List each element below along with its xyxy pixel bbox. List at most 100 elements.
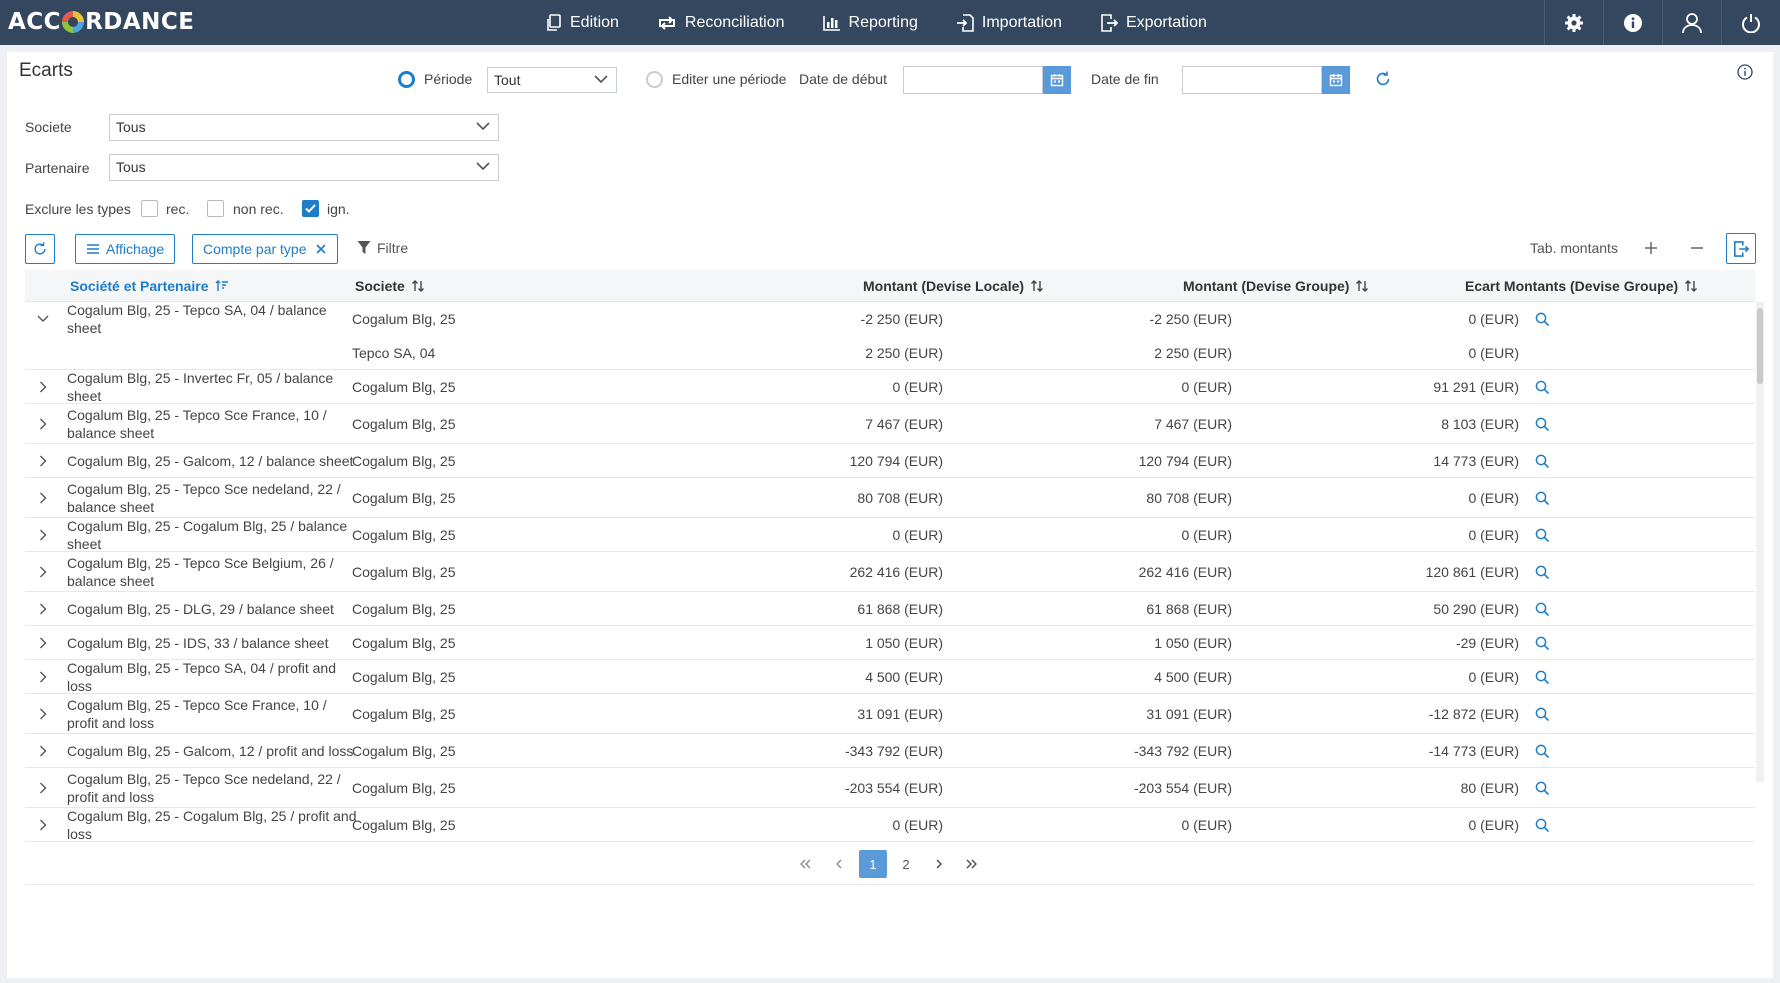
type-rec-checkbox[interactable] [141,200,158,217]
editer-periode-radio[interactable] [646,71,663,88]
table-row[interactable]: Cogalum Blg, 25 - Tepco SA, 04 / balance… [25,302,1755,336]
search-icon [1535,670,1549,684]
date-debut-input[interactable] [903,66,1043,94]
col-societe-partenaire[interactable]: Société et Partenaire [70,278,229,294]
expand-row-button[interactable] [33,444,53,478]
settings-button[interactable] [1544,0,1603,45]
nav-reporting[interactable]: Reporting [822,0,918,45]
row-detail-button[interactable] [1530,660,1554,694]
table-row[interactable]: Cogalum Blg, 25 - Cogalum Blg, 25 / bala… [25,518,1755,552]
sort-icon [411,280,424,292]
table-row[interactable]: Cogalum Blg, 25 - Tepco Sce France, 10 /… [25,404,1755,444]
row-detail-button[interactable] [1530,370,1554,404]
row-detail-button[interactable] [1530,444,1554,478]
expand-row-button[interactable] [33,478,53,518]
help-button[interactable] [1737,64,1753,83]
row-detail-button[interactable] [1530,734,1554,768]
expand-row-button[interactable] [33,768,53,808]
first-page-button[interactable] [792,850,820,878]
table-row[interactable]: Cogalum Blg, 25 - Galcom, 12 / profit an… [25,734,1755,768]
row-detail-button[interactable] [1530,694,1554,734]
accordance-logo[interactable]: ACC RDANCE [8,9,195,35]
type-nonrec-checkbox[interactable] [207,200,224,217]
refresh-period-button[interactable] [1374,70,1392,91]
row-detail-button[interactable] [1530,518,1554,552]
table-scrollbar[interactable] [1756,302,1764,782]
affichage-button[interactable]: Affichage [75,234,176,264]
expand-row-button[interactable] [33,734,53,768]
col-ecart[interactable]: Ecart Montants (Devise Groupe) [1465,278,1698,294]
row-detail-button[interactable] [1530,768,1554,808]
compte-par-type-chip[interactable]: Compte par type [192,234,338,264]
expand-row-button[interactable] [33,370,53,404]
double-chevron-left-icon [800,859,811,869]
user-button[interactable] [1662,0,1721,45]
col-montant-groupe[interactable]: Montant (Devise Groupe) [1183,278,1369,294]
type-ign-checkbox[interactable] [302,200,319,217]
nav-reconciliation[interactable]: Reconciliation [657,0,785,45]
expand-row-button[interactable] [33,518,53,552]
date-debut-picker-button[interactable] [1043,66,1071,94]
add-montant-button[interactable] [1644,241,1658,258]
next-page-button[interactable] [925,850,953,878]
table-row[interactable]: Cogalum Blg, 25 - DLG, 29 / balance shee… [25,592,1755,626]
table-row[interactable]: Cogalum Blg, 25 - Tepco Sce nedeland, 22… [25,478,1755,518]
filtre-button[interactable]: Filtre [357,240,408,256]
col-societe[interactable]: Societe [355,278,425,294]
table-row[interactable]: Cogalum Blg, 25 - Cogalum Blg, 25 / prof… [25,808,1755,842]
info-button[interactable] [1603,0,1662,45]
row-societe: Tepco SA, 04 [352,345,436,361]
row-ecart: -14 773 (EUR) [1428,743,1519,759]
export-table-button[interactable] [1726,233,1756,264]
row-name: Cogalum Blg, 25 - Tepco SA, 04 / balance… [67,302,327,336]
partenaire-select[interactable]: Tous [109,154,499,181]
logout-button[interactable] [1721,0,1780,45]
search-icon [1535,312,1549,326]
prev-page-button[interactable] [825,850,853,878]
row-montant-locale: 1 050 (EUR) [865,635,943,651]
row-detail-button[interactable] [1530,552,1554,592]
expand-row-button[interactable] [33,552,53,592]
remove-montant-button[interactable] [1690,241,1704,258]
close-icon[interactable] [315,243,327,255]
expand-row-button[interactable] [33,694,53,734]
row-detail-button[interactable] [1530,404,1554,444]
table-row[interactable]: Cogalum Blg, 25 - Invertec Fr, 05 / bala… [25,370,1755,404]
table-row[interactable]: Cogalum Blg, 25 - Galcom, 12 / balance s… [25,444,1755,478]
periode-select[interactable]: Tout [487,67,617,93]
col-montant-locale[interactable]: Montant (Devise Locale) [863,278,1044,294]
last-page-button[interactable] [958,850,986,878]
periode-radio[interactable] [398,71,415,88]
periode-label: Période [424,71,473,87]
refresh-table-button[interactable] [25,234,55,264]
row-detail-button[interactable] [1530,302,1554,336]
table-scroll-thumb[interactable] [1757,308,1763,384]
date-fin-picker-button[interactable] [1322,66,1350,94]
table-row[interactable]: Cogalum Blg, 25 - Tepco SA, 04 / profit … [25,660,1755,694]
col-ecart-sub: (Devise Groupe) [1570,278,1679,294]
page-2-button[interactable]: 2 [892,850,920,878]
nav-importation[interactable]: Importation [956,0,1062,45]
table-row[interactable]: Cogalum Blg, 25 - Tepco Sce Belgium, 26 … [25,552,1755,592]
expand-row-button[interactable] [33,626,53,660]
table-row[interactable]: Cogalum Blg, 25 - IDS, 33 / balance shee… [25,626,1755,660]
expand-row-button[interactable] [33,660,53,694]
expand-row-button[interactable] [33,592,53,626]
date-fin-input[interactable] [1182,66,1322,94]
row-detail-button[interactable] [1530,478,1554,518]
table-row[interactable]: Tepco SA, 04 2 250 (EUR) 2 250 (EUR) 0 (EUR… [25,336,1755,370]
table-row[interactable]: Cogalum Blg, 25 - Tepco Sce France, 10 /… [25,694,1755,734]
page-1-button[interactable]: 1 [859,850,887,878]
nav-reconciliation-label: Reconciliation [684,13,785,31]
table-row[interactable]: Cogalum Blg, 25 - Tepco Sce nedeland, 22… [25,768,1755,808]
row-detail-button[interactable] [1530,808,1554,842]
row-detail-button[interactable] [1530,626,1554,660]
expand-row-button[interactable] [33,808,53,842]
expand-row-button[interactable] [33,404,53,444]
row-detail-button[interactable] [1530,592,1554,626]
societe-select[interactable]: Tous [109,114,499,141]
minus-icon [1691,247,1703,249]
collapse-row-button[interactable] [33,302,53,336]
nav-edition[interactable]: Edition [546,0,619,45]
nav-exportation[interactable]: Exportation [1100,0,1207,45]
